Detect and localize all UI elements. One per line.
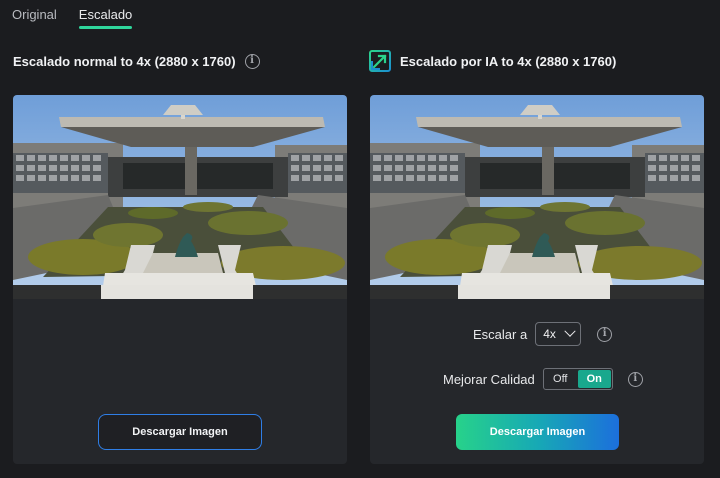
download-normal-button[interactable]: Descargar Imagen — [98, 414, 262, 450]
view-tabs: Original Escalado — [12, 0, 133, 30]
expand-arrows-icon — [369, 50, 391, 72]
left-title: Escalado normal to 4x (2880 x 1760) — [13, 53, 236, 69]
info-icon[interactable]: i — [627, 371, 643, 387]
scale-label: Escalar a — [473, 326, 528, 342]
right-header: Escalado por IA to 4x (2880 x 1760) — [369, 50, 616, 72]
upscaled-normal-image — [13, 95, 347, 299]
scale-select[interactable]: 4x — [535, 322, 582, 346]
quality-toggle[interactable]: Off On — [542, 368, 613, 390]
download-ai-button[interactable]: Descargar Imagen — [456, 414, 619, 450]
right-title: Escalado por IA to 4x (2880 x 1760) — [400, 53, 617, 69]
toggle-off[interactable]: Off — [544, 369, 577, 389]
info-icon[interactable]: i — [244, 53, 260, 69]
ai-upscale-panel: Escalar a 4x i Mejorar Calidad Off On i … — [370, 95, 704, 464]
quality-label: Mejorar Calidad — [443, 371, 535, 387]
info-icon[interactable]: i — [597, 326, 613, 342]
toggle-on[interactable]: On — [577, 370, 611, 388]
scale-row: Escalar a 4x i — [473, 322, 613, 346]
left-header: Escalado normal to 4x (2880 x 1760) i — [13, 50, 260, 72]
normal-upscale-panel: Descargar Imagen — [13, 95, 347, 464]
tab-original[interactable]: Original — [12, 0, 57, 30]
scale-value: 4x — [543, 327, 556, 341]
quality-row: Mejorar Calidad Off On i — [443, 368, 643, 390]
upscaled-ai-image — [370, 95, 704, 299]
tab-escalado[interactable]: Escalado — [78, 0, 133, 30]
chevron-down-icon — [564, 325, 576, 337]
